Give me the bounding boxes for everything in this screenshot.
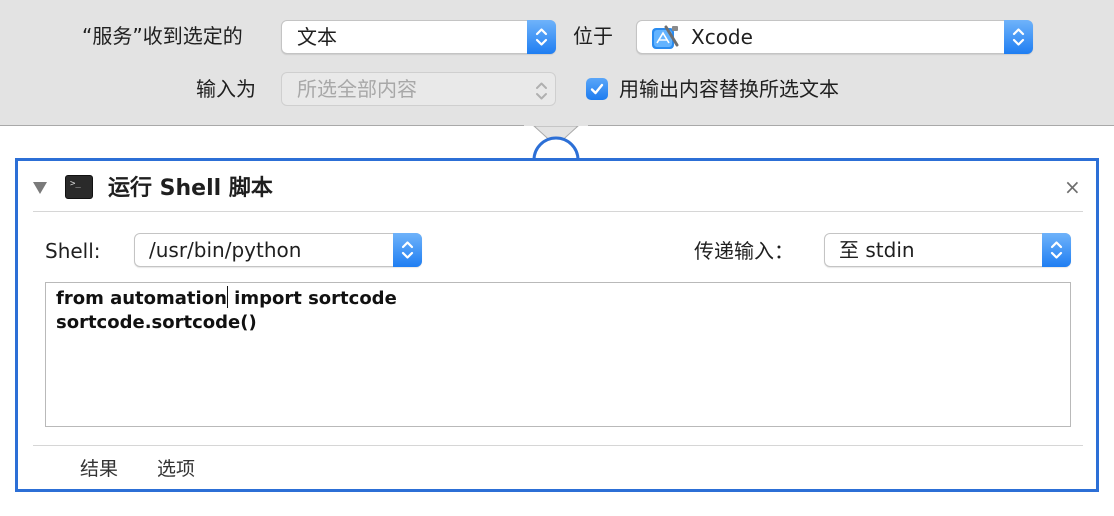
action-title: 运行 Shell 脚本: [108, 176, 273, 201]
shell-value: /usr/bin/python: [149, 238, 302, 262]
terminal-icon: >_: [65, 175, 93, 199]
input-is-popup[interactable]: 所选全部内容: [281, 72, 556, 106]
pass-input-label: 传递输入：: [694, 239, 794, 263]
close-icon[interactable]: ×: [1064, 175, 1081, 199]
shell-stepper-icon: [393, 233, 422, 267]
shell-script-action: >_ 运行 Shell 脚本 × Shell: /usr/bin/python …: [15, 158, 1099, 492]
script-editor[interactable]: from automation import sortcode sortcode…: [45, 282, 1071, 427]
script-line-1-part-b: import sortcode: [227, 288, 397, 309]
input-type-popup[interactable]: 文本: [281, 20, 556, 54]
shell-label: Shell:: [45, 239, 101, 263]
workflow-settings-band: “服务”收到选定的 文本 位于 Xcode 输入为 所选全部内容 用输出内容替换…: [0, 0, 1114, 126]
disclosure-triangle-icon[interactable]: [32, 181, 48, 195]
pass-input-stepper-icon: [1042, 233, 1071, 267]
input-is-value: 所选全部内容: [297, 77, 417, 101]
script-line-1: from automation import sortcode: [56, 286, 1060, 311]
pass-input-value: 至 stdin: [839, 238, 915, 262]
shell-popup[interactable]: /usr/bin/python: [134, 233, 422, 267]
script-line-2: sortcode.sortcode(): [56, 312, 257, 333]
replace-output-checkbox[interactable]: [586, 78, 608, 100]
input-is-stepper-icon: [534, 79, 549, 111]
input-type-stepper-icon: [527, 20, 556, 54]
input-is-label: 输入为: [196, 77, 256, 101]
replace-output-label[interactable]: 用输出内容替换所选文本: [619, 77, 839, 101]
input-type-value: 文本: [297, 25, 337, 49]
tab-options[interactable]: 选项: [157, 458, 195, 480]
app-value: Xcode: [691, 25, 753, 49]
script-line-1-part-a: from automation: [56, 288, 227, 309]
footer-divider: [33, 445, 1083, 446]
tab-results[interactable]: 结果: [80, 458, 118, 480]
in-app-label: 位于: [573, 24, 613, 48]
app-stepper-icon: [1004, 20, 1033, 54]
service-receives-label: “服务”收到选定的: [82, 24, 243, 48]
checkmark-icon: [590, 83, 604, 95]
pass-input-popup[interactable]: 至 stdin: [824, 233, 1071, 267]
action-header: >_ 运行 Shell 脚本 ×: [18, 161, 1096, 213]
app-popup[interactable]: Xcode: [636, 20, 1033, 54]
xcode-icon: [651, 25, 679, 51]
header-divider: [33, 211, 1083, 212]
